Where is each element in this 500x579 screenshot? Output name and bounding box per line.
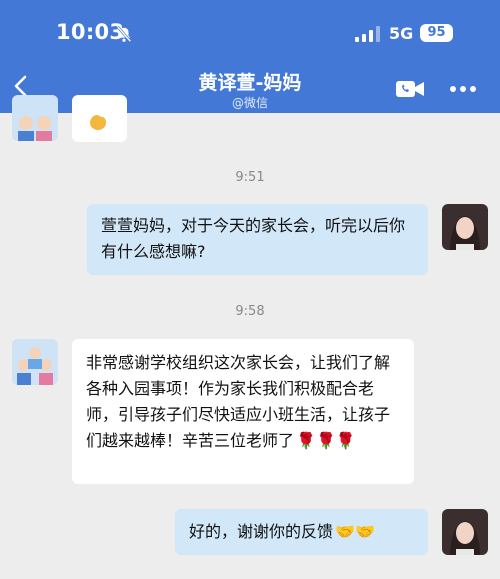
emoji-sticker-icon xyxy=(90,115,106,130)
battery-indicator: 95 xyxy=(420,24,453,42)
mute-bell-icon xyxy=(116,25,132,43)
contact-avatar[interactable] xyxy=(12,95,58,141)
network-type: 5G xyxy=(389,24,414,43)
my-avatar[interactable] xyxy=(442,509,488,555)
message-bubble-sent: 萱萱妈妈，对于今天的家长会，听完以后你有什么感想嘛? xyxy=(87,204,428,275)
timestamp: 9:58 xyxy=(235,304,265,319)
message-bubble-sent: 好的，谢谢你的反馈 🤝🤝 xyxy=(175,509,428,555)
message-text: 好的，谢谢你的反馈 xyxy=(189,522,334,541)
message-text: 萱萱妈妈，对于今天的家长会，听完以后你有什么感想嘛? xyxy=(101,216,406,261)
chat-title: 黄译萱-妈妈 xyxy=(198,72,302,94)
handshake-emoji: 🤝🤝 xyxy=(335,522,375,541)
more-icon[interactable] xyxy=(450,85,476,93)
rose-emoji: 🌹🌹🌹 xyxy=(296,431,356,450)
my-avatar[interactable] xyxy=(442,204,488,250)
signal-icon xyxy=(355,26,380,42)
contact-avatar[interactable] xyxy=(12,339,58,385)
timestamp: 9:51 xyxy=(235,170,265,185)
message-bubble-partial xyxy=(72,95,127,142)
message-bubble-received: 非常感谢学校组织这次家长会，让我们了解各种入园事项！作为家长我们积极配合老师，引… xyxy=(72,339,414,484)
video-call-icon[interactable] xyxy=(396,80,424,98)
